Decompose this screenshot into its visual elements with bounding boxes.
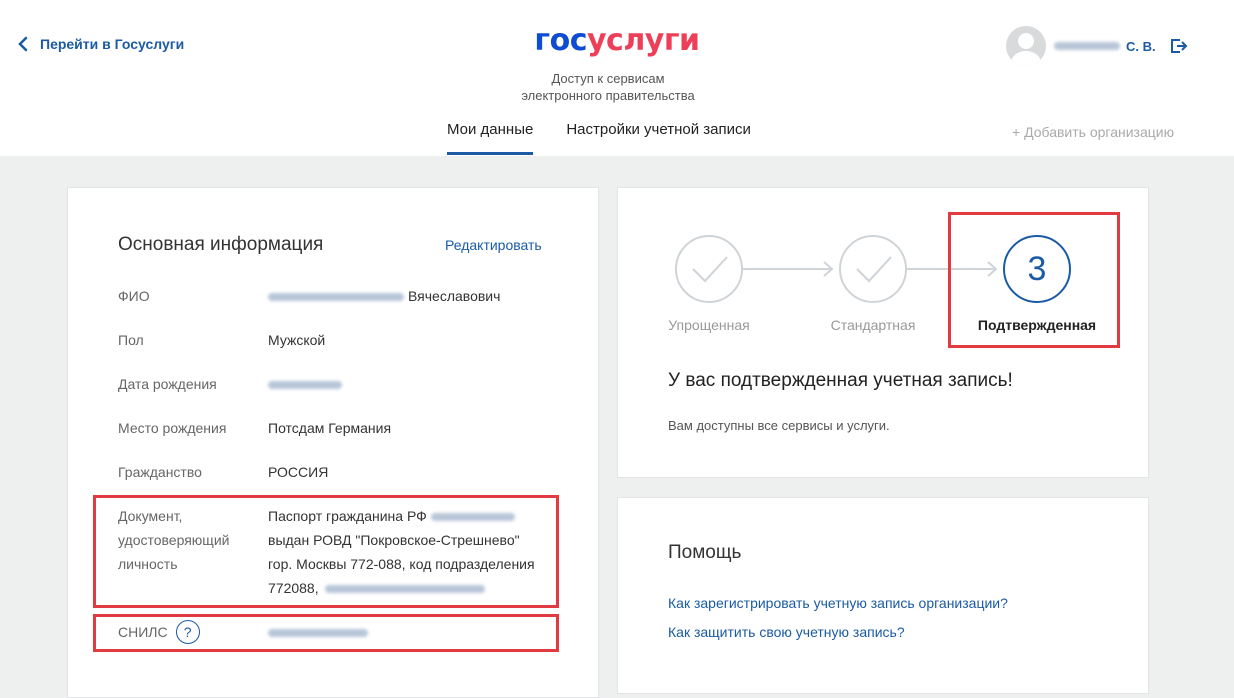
subtitle-line-1: Доступ к сервисам [551, 71, 665, 86]
confirmed-step-highlight [948, 212, 1120, 348]
fio-label: ФИО [118, 288, 150, 304]
tab-bar: Мои данные Настройки учетной записи [447, 120, 784, 155]
birthdate-value [268, 372, 342, 396]
header-subtitle: Доступ к сервисам электронного правитель… [0, 70, 1216, 104]
redacted-birthdate [268, 381, 342, 390]
logout-icon[interactable] [1170, 38, 1188, 54]
main-info-title: Основная информация [118, 234, 324, 255]
edit-link[interactable]: Редактировать [445, 237, 542, 253]
logo-part-1: гос [534, 23, 587, 58]
snils-highlight [93, 614, 559, 652]
redacted-fio [268, 293, 404, 302]
step-1-check-icon [675, 235, 743, 303]
help-link-protect-account[interactable]: Как защитить свою учетную запись? [668, 624, 905, 640]
user-initials: С. В. [1126, 38, 1156, 54]
document-highlight [93, 495, 559, 608]
user-name[interactable]: С. В. [1054, 39, 1156, 54]
help-title: Помощь [668, 542, 742, 563]
user-menu[interactable]: С. В. [1006, 26, 1188, 66]
tab-account-settings[interactable]: Настройки учетной записи [566, 120, 751, 155]
logo-part-2: услуги [587, 23, 700, 58]
fio-value: Вячеславович [268, 284, 500, 308]
confirmed-account-text: Вам доступны все сервисы и услуги. [668, 418, 890, 433]
citizenship-value: РОССИЯ [268, 464, 329, 480]
step-2-label: Стандартная [830, 317, 916, 333]
tab-my-data[interactable]: Мои данные [447, 120, 534, 155]
step-2-check-icon [839, 235, 907, 303]
gender-label: Пол [118, 332, 144, 348]
birthplace-value: Потсдам Германия [268, 420, 392, 436]
header: Перейти в Госуслуги госуслуги Доступ к с… [0, 0, 1234, 156]
redacted-surname [1054, 42, 1120, 50]
help-link-register-org[interactable]: Как зарегистрировать учетную запись орга… [668, 595, 1008, 611]
birthplace-label: Место рождения [118, 420, 227, 436]
step-1-label: Упрощенная [668, 317, 750, 333]
patronymic: Вячеславович [408, 288, 501, 304]
confirmed-account-title: У вас подтвержденная учетная запись! [668, 370, 1013, 391]
citizenship-label: Гражданство [118, 464, 202, 480]
birthdate-label: Дата рождения [118, 376, 217, 392]
gender-value: Мужской [268, 332, 326, 348]
avatar[interactable] [1006, 26, 1046, 66]
add-organization-link[interactable]: + Добавить организацию [1012, 124, 1174, 140]
subtitle-line-2: электронного правительства [521, 88, 695, 103]
help-card: Помощь Как зарегистрировать учетную запи… [617, 497, 1149, 694]
